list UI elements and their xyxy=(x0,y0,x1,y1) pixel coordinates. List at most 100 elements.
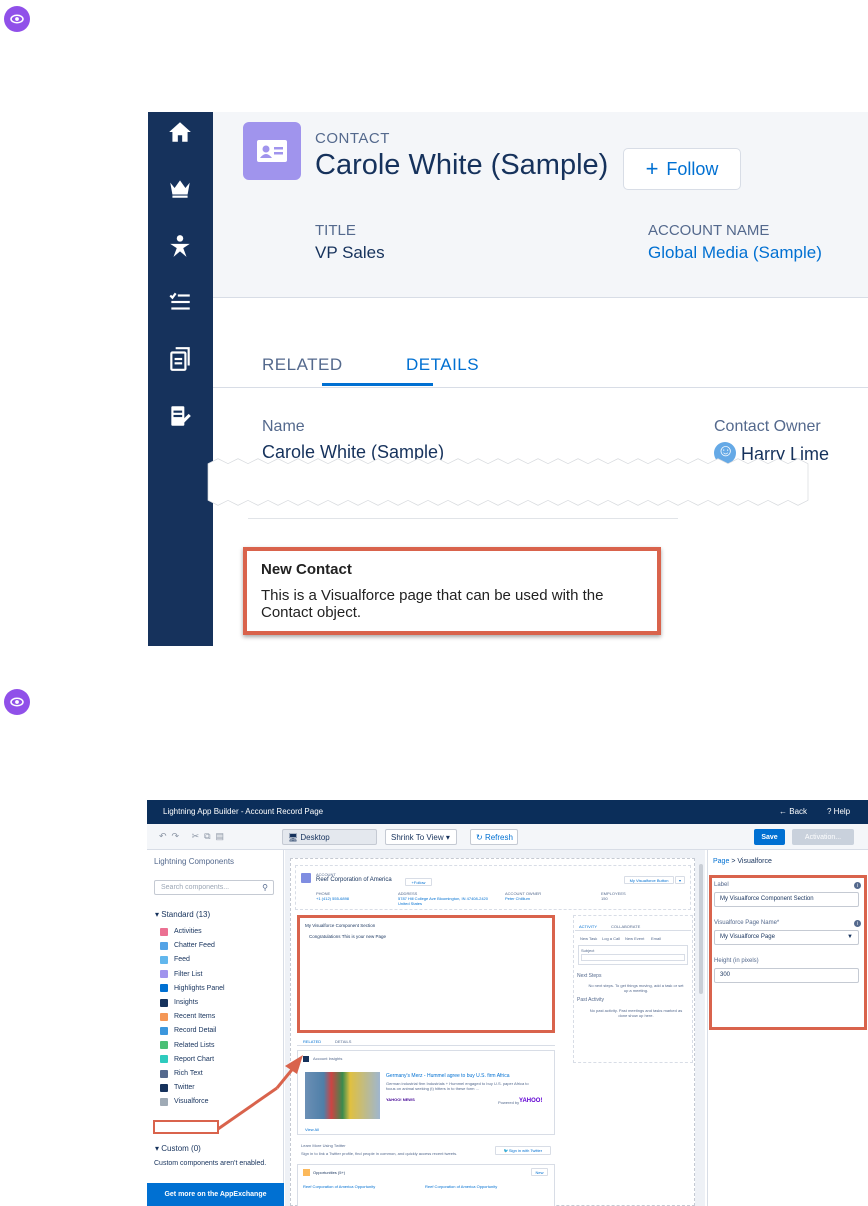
opps-title: Opportunities (5+) xyxy=(313,1170,346,1175)
plus-icon: + xyxy=(645,156,659,181)
component-icon xyxy=(160,1041,168,1050)
tab-details[interactable]: DETAILS xyxy=(406,355,479,375)
chevron-down-icon: ▼ xyxy=(847,934,853,940)
app-builder-toolbar: ↶↷ ✂⧉▤ 🖥 Desktop Shrink To View ▾ ↻ Refr… xyxy=(147,824,868,850)
component-icon xyxy=(160,1012,168,1021)
past-activity-text: No past activity. Past meetings and task… xyxy=(589,1008,683,1018)
info-icon[interactable]: i xyxy=(854,920,861,927)
canvas-scrollbar[interactable] xyxy=(699,864,703,994)
activity-subtab-email[interactable]: Email xyxy=(651,936,661,941)
owner-field-label: Contact Owner xyxy=(714,418,821,435)
activation-button[interactable]: Activation... xyxy=(792,829,854,845)
component-item-rich-text[interactable]: Rich Text xyxy=(160,1068,203,1079)
refresh-label: Refresh xyxy=(484,832,513,842)
device-select[interactable]: 🖥 Desktop xyxy=(282,829,377,845)
twitter-btn-label: Sign in with Twitter xyxy=(508,1148,543,1153)
page-name-select[interactable]: My Visualforce Page ▼ xyxy=(714,930,859,945)
object-type-label: CONTACT xyxy=(315,130,390,147)
component-item-visualforce[interactable]: Visualforce xyxy=(160,1096,209,1107)
documents-icon[interactable] xyxy=(166,345,194,373)
component-item-report-chart[interactable]: Report Chart xyxy=(160,1054,214,1065)
account-icon xyxy=(301,873,311,883)
vf-button[interactable]: My Visualforce Button xyxy=(624,876,674,884)
activity-tab[interactable]: ACTIVITY xyxy=(579,924,597,929)
activity-subtab-event[interactable]: New Event xyxy=(625,936,644,941)
zoom-select[interactable]: Shrink To View ▾ xyxy=(385,829,457,845)
checklist-icon[interactable] xyxy=(166,288,194,316)
person-star-icon[interactable] xyxy=(166,232,194,260)
account-field-label: ACCOUNT NAME xyxy=(648,222,770,239)
component-icon xyxy=(160,941,168,950)
eye-icon[interactable] xyxy=(4,6,30,32)
owner-value[interactable]: Peter Chillium xyxy=(505,896,530,901)
follow-button[interactable]: + Follow xyxy=(623,148,741,190)
tab-related[interactable]: RELATED xyxy=(262,355,343,375)
twitter-text: Sign in to link a Twitter profile, find … xyxy=(301,1151,458,1156)
component-label: Record Detail xyxy=(174,1027,217,1035)
component-item-related-lists[interactable]: Related Lists xyxy=(160,1040,214,1051)
activity-subtab-task[interactable]: New Task xyxy=(580,936,597,941)
collaborate-tab[interactable]: COLLABORATE xyxy=(611,924,640,929)
canvas-tab-details[interactable]: DETAILS xyxy=(335,1039,351,1044)
highlights-panel[interactable] xyxy=(295,865,691,910)
phone-value[interactable]: +1 (412) 555-6898 xyxy=(316,896,349,901)
refresh-button[interactable]: ↻ Refresh xyxy=(470,829,518,845)
account-link[interactable]: Global Media (Sample) xyxy=(648,243,822,263)
opp-link-1[interactable]: Reef Corporation of America Opportunity xyxy=(303,1184,375,1189)
component-item-filter-list[interactable]: Filter List xyxy=(160,969,202,980)
breadcrumb-page-link[interactable]: Page xyxy=(713,858,729,865)
component-label: Related Lists xyxy=(174,1041,215,1049)
component-item-feed[interactable]: Feed xyxy=(160,954,190,965)
component-item-recent-items[interactable]: Recent Items xyxy=(160,1011,215,1022)
subject-input[interactable] xyxy=(581,954,685,961)
activity-subtab-call[interactable]: Log a Call xyxy=(602,936,620,941)
component-item-twitter[interactable]: Twitter xyxy=(160,1082,195,1093)
undo-redo-cut-copy-icons[interactable]: ↶↷ ✂⧉▤ xyxy=(159,831,229,842)
crown-icon[interactable] xyxy=(166,174,194,202)
canvas-follow-button[interactable]: + Follow xyxy=(405,878,432,886)
visualforce-highlight xyxy=(153,1120,219,1134)
component-item-record-detail[interactable]: Record Detail xyxy=(160,1025,216,1036)
page-name-value: My Visualforce Page xyxy=(720,934,775,940)
component-icon xyxy=(160,984,168,993)
name-field-label: Name xyxy=(262,418,305,435)
twitter-signin-button[interactable]: 🐦 Sign in with Twitter xyxy=(495,1146,551,1155)
component-item-insights[interactable]: Insights xyxy=(160,997,198,1008)
custom-group-toggle[interactable]: ▾ Custom (0) xyxy=(155,1144,201,1153)
label-input[interactable]: My Visualforce Component Section xyxy=(714,892,859,907)
opp-link-2[interactable]: Reef Corporation of America Opportunity xyxy=(425,1184,497,1189)
record-header: CONTACT Carole White (Sample) + Follow T… xyxy=(213,112,868,298)
custom-note: Custom components aren't enabled. xyxy=(154,1160,267,1167)
address-value[interactable]: 5787 Hill College Ave Bloomington, IN 47… xyxy=(398,896,493,906)
view-all-link[interactable]: View All xyxy=(305,1127,319,1132)
height-input[interactable]: 300 xyxy=(714,968,859,983)
standard-group-toggle[interactable]: ▾ Standard (13) xyxy=(155,910,210,919)
component-label: Filter List xyxy=(174,970,203,978)
home-icon[interactable] xyxy=(166,118,194,146)
component-item-chatter-feed[interactable]: Chatter Feed xyxy=(160,940,215,951)
component-label: Insights xyxy=(174,999,199,1006)
component-icon xyxy=(160,970,168,979)
save-button[interactable]: Save xyxy=(754,829,785,845)
back-button[interactable]: ← Back xyxy=(779,807,807,816)
breadcrumb-current: Visualforce xyxy=(737,858,772,865)
more-actions-button[interactable]: ▾ xyxy=(675,876,685,884)
properties-panel: Page > Visualforce Label i My Visualforc… xyxy=(707,850,868,1206)
opps-new-button[interactable]: New xyxy=(531,1168,548,1176)
canvas-tab-related[interactable]: RELATED xyxy=(303,1039,321,1044)
news-headline[interactable]: Germany's Merz - Hummel agree to buy U.S… xyxy=(386,1073,510,1079)
news-image xyxy=(305,1072,380,1119)
notebook-edit-icon[interactable] xyxy=(166,402,194,430)
next-steps-title: Next Steps xyxy=(577,973,602,979)
canvas-follow-label: Follow xyxy=(413,879,426,885)
component-item-highlights-panel[interactable]: Highlights Panel xyxy=(160,983,225,994)
search-input[interactable]: Search components... ⚲ xyxy=(154,880,274,895)
divider xyxy=(575,930,691,931)
torn-page-divider xyxy=(207,458,809,506)
info-icon[interactable]: i xyxy=(854,882,861,889)
help-button[interactable]: ? Help xyxy=(827,807,850,816)
eye-icon[interactable] xyxy=(4,689,30,715)
appexchange-button[interactable]: Get more on the AppExchange xyxy=(147,1183,284,1206)
visualforce-component[interactable] xyxy=(297,915,555,1033)
component-item-activities[interactable]: Activities xyxy=(160,926,202,937)
